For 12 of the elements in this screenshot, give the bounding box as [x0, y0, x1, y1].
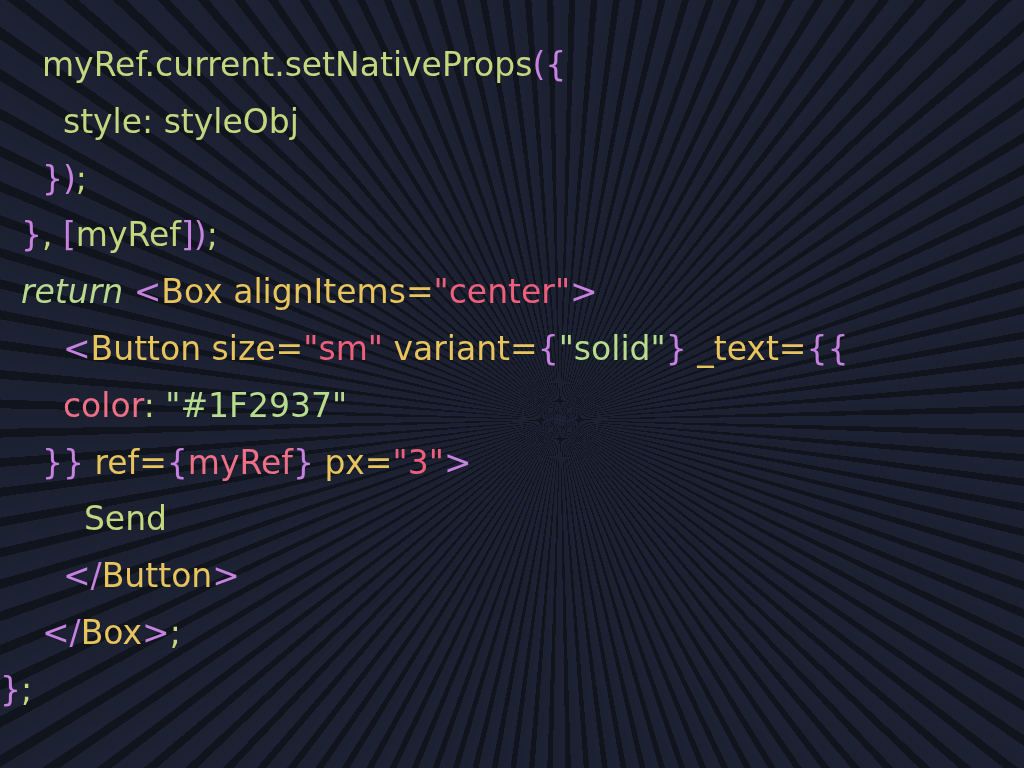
code-line: color: "#1F2937" — [61, 384, 348, 427]
code-line: }, [myRef]); — [19, 214, 218, 257]
code-line: <Button size="sm" variant={"solid"} _text={{ — [61, 328, 849, 370]
code-line: Send — [82, 498, 168, 541]
code-line: }); — [40, 157, 87, 200]
code-line: }} ref={myRef} px="3"> — [40, 441, 472, 484]
code-line: </Button> — [61, 555, 240, 598]
code-line: </Box>; — [40, 611, 181, 654]
code-line: style: styleObj — [61, 100, 299, 143]
code-line: return <Box alignItems="center"> — [19, 271, 598, 314]
code-line: myRef.current.setNativeProps({ — [40, 44, 567, 86]
code-line: }; — [0, 668, 33, 711]
